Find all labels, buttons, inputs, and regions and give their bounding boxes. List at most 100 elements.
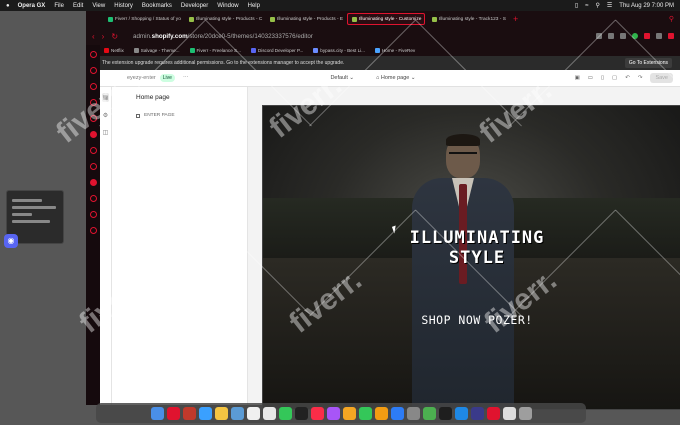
discord-icon[interactable]: ◉: [4, 234, 18, 248]
more-options-icon[interactable]: ⋯: [183, 75, 189, 81]
shopify-favicon-icon: [352, 16, 357, 22]
bookmark-bypass[interactable]: bypass.city - Best Li...: [313, 48, 365, 53]
recent-app-icon[interactable]: [486, 406, 500, 420]
twitch-icon[interactable]: [89, 83, 97, 90]
apple-icon[interactable]: ●: [6, 3, 10, 9]
menu-app-name[interactable]: Opera GX: [18, 3, 46, 9]
messages-icon[interactable]: [278, 406, 292, 420]
sections-panel: Home page ENTER PAGE: [112, 87, 248, 405]
camera-icon[interactable]: [596, 33, 602, 39]
menu-view[interactable]: View: [92, 3, 105, 9]
menubar-clock[interactable]: Thu Aug 29 7:00 PM: [619, 3, 674, 9]
menu-window[interactable]: Window: [217, 3, 238, 9]
tab-fiverr[interactable]: Fiverr / Shopping / Status of yo: [104, 13, 182, 25]
menu-help[interactable]: Help: [248, 3, 260, 9]
bookmark-label: Discord Developer P...: [257, 48, 304, 53]
podcasts-icon[interactable]: [326, 406, 340, 420]
send-icon[interactable]: [89, 195, 97, 202]
url-field[interactable]: admin.shopify.com/store/20dce0-5/themes/…: [133, 33, 313, 40]
tv-icon[interactable]: [294, 406, 308, 420]
page-select[interactable]: ⌂ Home page ⌄: [376, 75, 415, 81]
bookmark-fiverr[interactable]: Fiverr - Freelance S...: [189, 48, 241, 53]
panel-title: Home page: [136, 94, 170, 101]
preview-icon[interactable]: [454, 406, 468, 420]
inspector-icon[interactable]: ▣: [575, 75, 580, 81]
gx-corner-icon[interactable]: [89, 115, 97, 122]
fullscreen-icon[interactable]: ▢: [612, 75, 617, 81]
menu-history[interactable]: History: [114, 3, 133, 9]
battery-icon[interactable]: ▯: [575, 2, 578, 9]
minecraft-icon[interactable]: [422, 406, 436, 420]
speed-dial-icon[interactable]: [89, 51, 97, 58]
mail-icon[interactable]: [230, 406, 244, 420]
finder-icon[interactable]: [150, 406, 164, 420]
sections-icon[interactable]: ▦: [101, 93, 110, 102]
instagram-icon[interactable]: [89, 131, 97, 138]
hero-cta-button[interactable]: SHOP NOW POZER!: [263, 313, 680, 327]
reminders-icon[interactable]: [262, 406, 276, 420]
app-store-icon[interactable]: [390, 406, 404, 420]
theme-select[interactable]: Default ⌄: [330, 75, 354, 81]
shopify-theme-editor: eyezy-enter Live ⋯ Default ⌄ ⌂ Home page…: [100, 70, 680, 410]
back-icon[interactable]: ‹: [92, 32, 95, 41]
bookmark-salvage[interactable]: Salvage - Theme...: [133, 48, 180, 53]
new-tab-icon[interactable]: +: [513, 14, 518, 24]
pin-icon[interactable]: [89, 211, 97, 218]
undo-icon[interactable]: ↶: [625, 75, 630, 81]
forward-icon[interactable]: ›: [102, 32, 105, 41]
keynote-icon[interactable]: [374, 406, 388, 420]
safari-icon[interactable]: [198, 406, 212, 420]
page-select-label: Home page: [380, 75, 410, 81]
notes-icon[interactable]: [214, 406, 228, 420]
search-icon[interactable]: ⚲: [596, 2, 600, 9]
bookmark-icon[interactable]: [608, 33, 614, 39]
x-icon[interactable]: [89, 147, 97, 154]
discord-sidebar-icon[interactable]: [89, 163, 97, 170]
bookmark-fiverev[interactable]: Home - FiveRev: [374, 48, 415, 53]
history-icon[interactable]: [89, 227, 97, 234]
store-preview[interactable]: ILLUMINATING STYLE SHOP NOW POZER!: [262, 105, 680, 410]
roblox-icon[interactable]: [502, 406, 516, 420]
control-center-icon[interactable]: ☰: [607, 2, 612, 9]
wifi-icon[interactable]: ≈: [585, 3, 588, 9]
save-button[interactable]: Save: [650, 73, 673, 83]
extension-icon[interactable]: [620, 33, 626, 39]
menu-bookmarks[interactable]: Bookmarks: [142, 3, 172, 9]
tab-customize[interactable]: Illuminating style - Customize: [347, 13, 425, 25]
app-icon[interactable]: [470, 406, 484, 420]
menu-developer[interactable]: Developer: [181, 3, 208, 9]
trash-icon[interactable]: [518, 406, 532, 420]
gx-control-icon[interactable]: [89, 67, 97, 74]
calendar-icon[interactable]: [246, 406, 260, 420]
go-to-extensions-button[interactable]: Go To Extensions: [624, 58, 672, 68]
menu-icon[interactable]: [668, 33, 674, 39]
menu-edit[interactable]: Edit: [73, 3, 83, 9]
bookmark-netflix[interactable]: Netflix: [104, 48, 124, 53]
panel-section-item[interactable]: ENTER PAGE: [136, 113, 175, 118]
music-icon[interactable]: [310, 406, 324, 420]
panel-section-label: ENTER PAGE: [144, 113, 175, 118]
desktop-view-icon[interactable]: ▭: [588, 75, 593, 81]
tab-products-1[interactable]: Illuminating style - Products - C: [185, 13, 263, 25]
player-icon[interactable]: [89, 99, 97, 106]
bookmark-discord[interactable]: Discord Developer P...: [250, 48, 304, 53]
messenger-icon[interactable]: [89, 179, 97, 186]
theme-settings-icon[interactable]: ⚙: [103, 112, 108, 119]
puzzle-icon[interactable]: [656, 33, 662, 39]
terminal-icon[interactable]: [438, 406, 452, 420]
opera-gx-icon[interactable]: [166, 406, 180, 420]
opera-icon[interactable]: [182, 406, 196, 420]
system-settings-icon[interactable]: [406, 406, 420, 420]
tab-products-2[interactable]: Illuminating style - Products - E: [266, 13, 344, 25]
tab-search-icon[interactable]: ⚲: [669, 15, 674, 23]
opera-extension-icon[interactable]: [644, 33, 650, 39]
pages-icon[interactable]: [342, 406, 356, 420]
tab-track123[interactable]: Illuminating style - Track123 - S: [428, 13, 506, 25]
mobile-view-icon[interactable]: ▯: [601, 75, 604, 81]
menu-file[interactable]: File: [54, 3, 64, 9]
redo-icon[interactable]: ↷: [638, 75, 643, 81]
reload-icon[interactable]: ↻: [111, 32, 118, 41]
numbers-icon[interactable]: [358, 406, 372, 420]
apps-icon[interactable]: ◫: [103, 129, 109, 136]
profile-icon[interactable]: [632, 33, 638, 39]
